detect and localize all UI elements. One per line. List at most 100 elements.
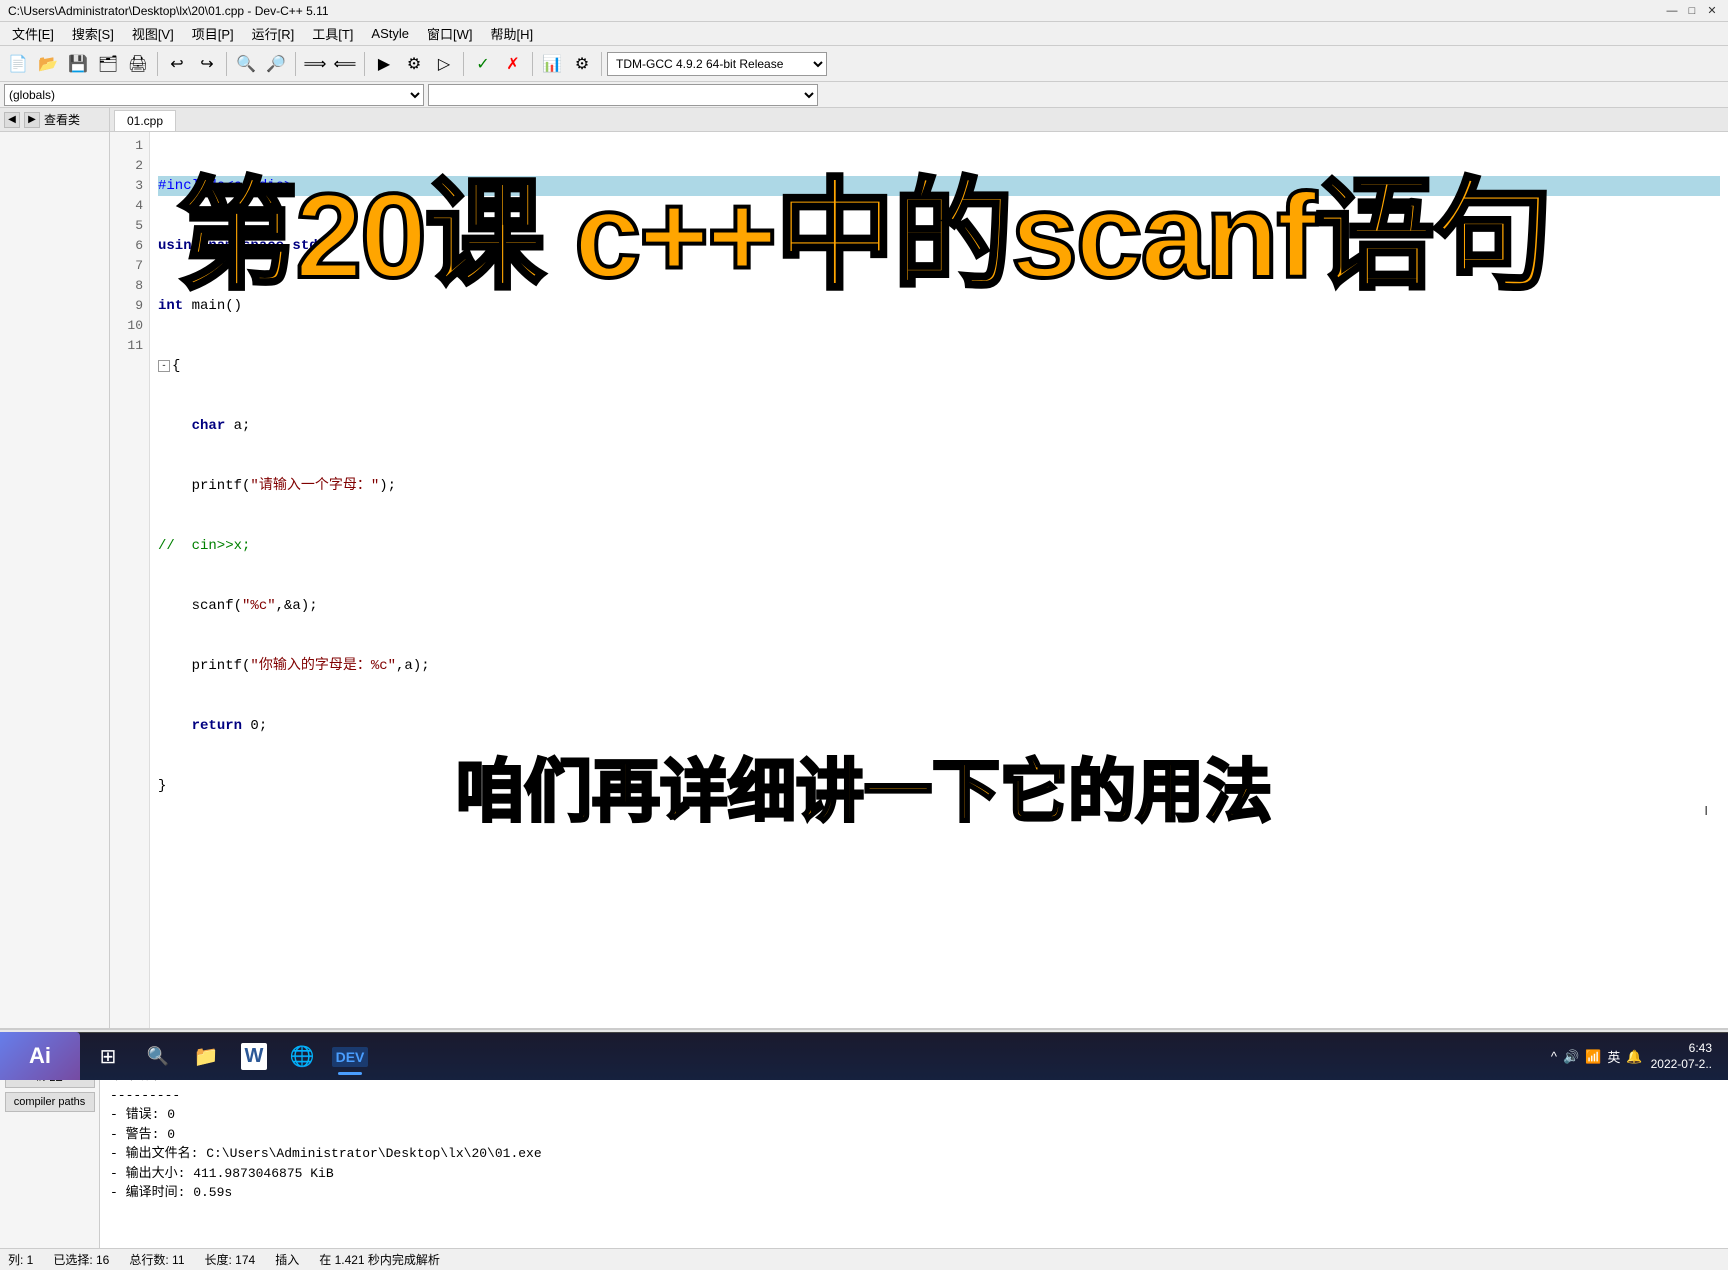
code-content: 1 2 3 4 5 6 7 8 9 10 11 #include<cstdio>… <box>110 132 1728 1028</box>
editor-area: 01.cpp 1 2 3 4 5 6 7 8 9 10 11 <box>110 108 1728 1028</box>
tb-chart[interactable]: 📊 <box>538 50 566 78</box>
menu-tools[interactable]: 工具[T] <box>304 22 361 45</box>
status-total-lines: 总行数: 11 <box>129 1251 184 1268</box>
func-bar: (globals) <box>0 82 1728 108</box>
tb-indent[interactable]: ⟹ <box>301 50 329 78</box>
line-num-11: 11 <box>116 336 143 356</box>
fold-icon[interactable]: - <box>158 360 170 372</box>
tb-find[interactable]: 🔍 <box>232 50 260 78</box>
title-controls: — □ ✕ <box>1664 3 1720 19</box>
compile-separator: --------- <box>110 1086 1718 1106</box>
tray-volume[interactable]: 🔊 <box>1563 1049 1579 1065</box>
line-num-6: 6 <box>116 236 143 256</box>
sidebar: ◀ ▶ 查看类 <box>0 108 110 1028</box>
line-num-3: 3 <box>116 176 143 196</box>
tb-saveall[interactable]: 🗂 <box>94 50 122 78</box>
tb-replace[interactable]: 🔎 <box>262 50 290 78</box>
code-line-1[interactable]: #include<cstdio> <box>158 176 1720 196</box>
menu-search[interactable]: 搜索[S] <box>64 22 122 45</box>
tray-lang[interactable]: 英 <box>1607 1047 1620 1066</box>
code-editor[interactable]: 1 2 3 4 5 6 7 8 9 10 11 #include<cstdio>… <box>110 132 1728 1028</box>
menu-astyle[interactable]: AStyle <box>363 24 417 43</box>
editor-tab-file[interactable]: 01.cpp <box>114 110 176 131</box>
func-select[interactable] <box>428 84 818 106</box>
code-lines[interactable]: #include<cstdio> using namespace std; in… <box>150 132 1728 1028</box>
tb-unindent[interactable]: ⟸ <box>331 50 359 78</box>
sidebar-next[interactable]: ▶ <box>24 112 40 128</box>
status-selected: 已选择: 16 <box>53 1251 109 1268</box>
line-num-4: 4 <box>116 196 143 216</box>
code-line-6[interactable]: printf("请输入一个字母："); <box>158 476 1720 496</box>
code-line-11[interactable]: } <box>158 776 1720 796</box>
tb-run[interactable]: ▷ <box>430 50 458 78</box>
line-numbers: 1 2 3 4 5 6 7 8 9 10 11 <box>110 132 150 1028</box>
tray-network[interactable]: 📶 <box>1585 1049 1601 1065</box>
menu-bar: 文件[E] 搜索[S] 视图[V] 项目[P] 运行[R] 工具[T] ASty… <box>0 22 1728 46</box>
line-num-9: 9 <box>116 296 143 316</box>
tb-settings[interactable]: ⚙ <box>568 50 596 78</box>
status-bar: 列: 1 已选择: 16 总行数: 11 长度: 174 插入 在 1.421 … <box>0 1248 1728 1270</box>
menu-view[interactable]: 视图[V] <box>124 22 182 45</box>
compile-line-4: - 编译时间: 0.59s <box>110 1183 1718 1203</box>
menu-window[interactable]: 窗口[W] <box>419 22 481 45</box>
tb-new[interactable]: 📄 <box>4 50 32 78</box>
menu-run[interactable]: 运行[R] <box>244 22 303 45</box>
maximize-button[interactable]: □ <box>1684 3 1700 19</box>
taskbar-explorer[interactable]: 📁 <box>184 1037 228 1077</box>
csb-compiler-paths[interactable]: compiler paths <box>5 1092 95 1112</box>
code-line-5[interactable]: char a; <box>158 416 1720 436</box>
menu-file[interactable]: 文件[E] <box>4 22 62 45</box>
code-line-7[interactable]: // cin>>x; <box>158 536 1720 556</box>
tb-open[interactable]: 📂 <box>34 50 62 78</box>
sep7 <box>601 52 602 76</box>
taskbar-devcpp-icon: DEV <box>332 1047 369 1067</box>
status-length: 长度: 174 <box>205 1251 256 1268</box>
sidebar-prev[interactable]: ◀ <box>4 112 20 128</box>
code-line-3[interactable]: int main() <box>158 296 1720 316</box>
code-line-9[interactable]: printf("你输入的字母是：%c",a); <box>158 656 1720 676</box>
sep6 <box>532 52 533 76</box>
title-text: C:\Users\Administrator\Desktop\lx\20\01.… <box>8 4 329 18</box>
code-include: #include<cstdio> <box>158 176 292 196</box>
line-num-7: 7 <box>116 256 143 276</box>
tray-expand[interactable]: ^ <box>1551 1049 1557 1064</box>
line-num-1: 1 <box>116 136 143 156</box>
start-button[interactable]: ⊞ <box>88 1037 128 1077</box>
tray-notification[interactable]: 🔔 <box>1626 1049 1642 1065</box>
compiler-select[interactable]: TDM-GCC 4.9.2 64-bit Release <box>607 52 827 76</box>
tb-save[interactable]: 💾 <box>64 50 92 78</box>
tab-bar: 01.cpp <box>110 108 1728 132</box>
taskbar-word[interactable]: W <box>232 1037 276 1077</box>
close-button[interactable]: ✕ <box>1704 3 1720 19</box>
compile-log: 编译结果... --------- - 错误: 0 - 警告: 0 - 输出文件… <box>100 1060 1728 1248</box>
taskbar-search[interactable]: 🔍 <box>136 1037 180 1077</box>
tb-stop[interactable]: ✗ <box>499 50 527 78</box>
ai-badge[interactable]: Ai <box>0 1032 80 1080</box>
tb-undo[interactable]: ↩ <box>163 50 191 78</box>
tb-debug-check[interactable]: ✓ <box>469 50 497 78</box>
title-bar: C:\Users\Administrator\Desktop\lx\20\01.… <box>0 0 1728 22</box>
taskbar-devcpp[interactable]: DEV <box>328 1037 372 1077</box>
taskbar-search-icon: 🔍 <box>147 1046 169 1067</box>
taskbar-chrome[interactable]: 🌐 <box>280 1037 324 1077</box>
sep5 <box>463 52 464 76</box>
globals-select[interactable]: (globals) <box>4 84 424 106</box>
status-col: 列: 1 <box>8 1251 33 1268</box>
tb-compile-run[interactable]: ▶ <box>370 50 398 78</box>
code-line-10[interactable]: return 0; <box>158 716 1720 736</box>
taskbar-explorer-icon: 📁 <box>194 1044 219 1069</box>
sep2 <box>226 52 227 76</box>
tb-print[interactable]: 🖨 <box>124 50 152 78</box>
menu-project[interactable]: 项目[P] <box>184 22 242 45</box>
minimize-button[interactable]: — <box>1664 3 1680 19</box>
tb-redo[interactable]: ↪ <box>193 50 221 78</box>
tb-compile[interactable]: ⚙ <box>400 50 428 78</box>
menu-help[interactable]: 帮助[H] <box>483 22 542 45</box>
code-line-2[interactable]: using namespace std; <box>158 236 1720 256</box>
code-line-8[interactable]: scanf("%c",&a); <box>158 596 1720 616</box>
code-line-4[interactable]: -{ <box>158 356 1720 376</box>
status-parse-time: 在 1.421 秒内完成解析 <box>319 1251 440 1268</box>
main-layout: ◀ ▶ 查看类 01.cpp 1 2 3 4 5 6 7 8 9 <box>0 108 1728 1028</box>
compile-line-3: - 输出大小: 411.9873046875 KiB <box>110 1164 1718 1184</box>
line-num-5: 5 <box>116 216 143 236</box>
